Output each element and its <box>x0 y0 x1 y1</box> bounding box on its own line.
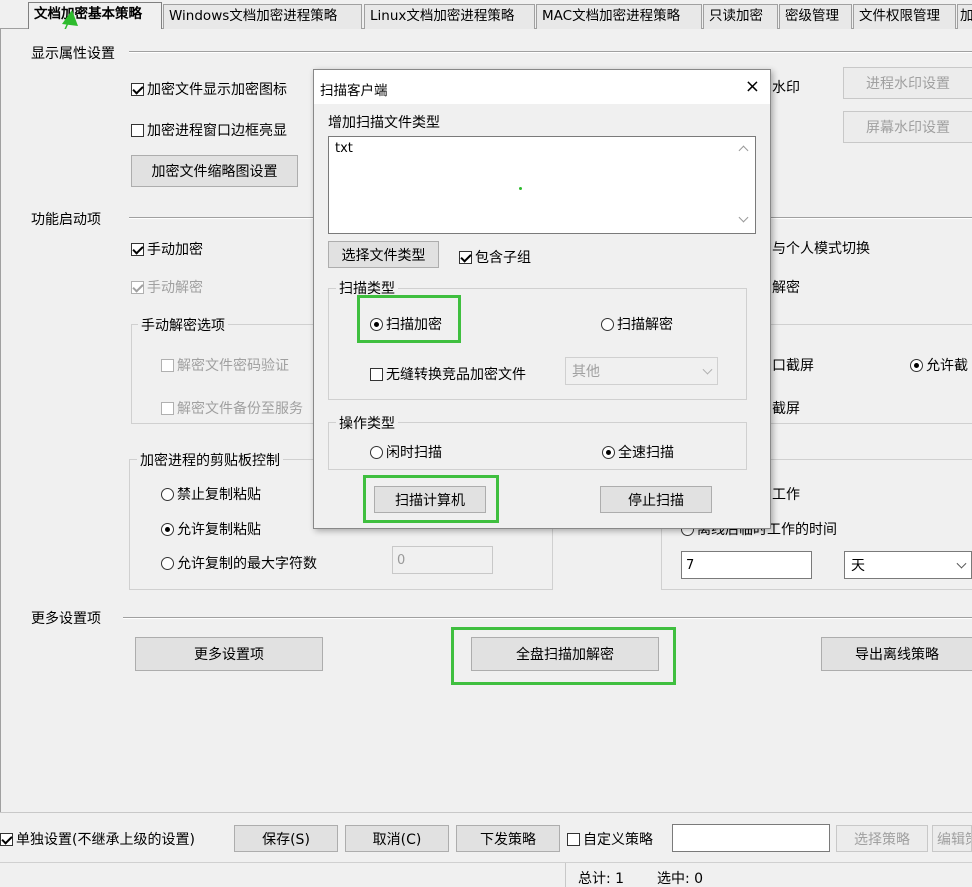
include-subgroup-checkbox[interactable]: 包含子组 <box>459 247 531 267</box>
dialog-title: 扫描客户端 <box>320 83 388 99</box>
process-watermark-button[interactable]: 进程水印设置 <box>843 67 972 99</box>
scan-decrypt-radio[interactable]: 扫描解密 <box>601 314 673 334</box>
watermark-label: 水印 <box>772 80 800 96</box>
choose-policy-button[interactable]: 选择策略 <box>836 825 928 852</box>
scroll-up-icon[interactable] <box>738 145 749 156</box>
more-settings-button[interactable]: 更多设置项 <box>135 637 323 671</box>
decrypt-backup-checkbox[interactable]: 解密文件备份至服务 <box>161 398 303 418</box>
add-scan-type-label: 增加扫描文件类型 <box>328 115 440 131</box>
tab-bar: 文档加密基本策略 Windows文档加密进程策略 Linux文档加密进程策略 M… <box>0 0 972 30</box>
checkbox-checked-icon <box>131 82 144 96</box>
thumbnail-settings-button[interactable]: 加密文件缩略图设置 <box>131 155 298 187</box>
status-bar: 总计: 1 选中: 0 <box>0 862 972 887</box>
clipboard-control-title: 加密进程的剪贴板控制 <box>137 450 283 470</box>
radio-checked-icon <box>602 445 615 459</box>
bottom-action-bar: 单独设置(不继承上级的设置) 保存(S) 取消(C) 下发策略 自定义策略 选择… <box>0 812 972 862</box>
decrypt-right-label: 解密 <box>772 280 800 296</box>
offline-work-label: 工作 <box>772 487 800 503</box>
tab-file-permission[interactable]: 文件权限管理 <box>853 4 956 29</box>
offline-time-input[interactable]: 7 <box>681 551 812 579</box>
more-divider <box>123 617 972 619</box>
func-section-title: 功能启动项 <box>31 209 105 229</box>
offline-unit-select[interactable]: 天 <box>844 551 972 579</box>
close-icon[interactable]: × <box>745 76 760 97</box>
scan-file-types-textarea[interactable]: txt <box>328 136 756 234</box>
checkbox-icon <box>161 401 174 415</box>
choose-file-type-button[interactable]: 选择文件类型 <box>328 241 439 268</box>
seamless-convert-checkbox[interactable]: 无缝转换竞品加密文件 <box>370 364 526 384</box>
scroll-down-icon[interactable] <box>738 212 749 223</box>
allow-copy-paste-radio[interactable]: 允许复制粘贴 <box>161 519 261 539</box>
dialog-title-bar: 扫描客户端 × <box>314 70 770 104</box>
cancel-button[interactable]: 取消(C) <box>345 825 449 852</box>
radio-icon <box>370 445 383 459</box>
manual-decrypt-checkbox[interactable]: 手动解密 <box>131 277 203 297</box>
display-divider <box>129 51 972 53</box>
tab-windows-process[interactable]: Windows文档加密进程策略 <box>163 4 362 29</box>
checkbox-icon <box>131 123 144 137</box>
checkbox-icon <box>161 358 174 372</box>
display-section-title: 显示属性设置 <box>31 43 119 63</box>
show-encrypt-icon-checkbox[interactable]: 加密文件显示加密图标 <box>131 79 287 99</box>
more-section-title: 更多设置项 <box>31 608 105 628</box>
competitor-product-select[interactable]: 其他 <box>565 357 718 385</box>
standalone-setting-checkbox[interactable]: 单独设置(不继承上级的设置) <box>0 829 195 849</box>
checkbox-icon <box>370 367 383 381</box>
operation-type-title: 操作类型 <box>336 413 398 433</box>
allow-screenshot-radio[interactable]: 允许截 <box>910 355 968 375</box>
checkbox-checked-icon <box>0 832 13 846</box>
forbid-copy-paste-radio[interactable]: 禁止复制粘贴 <box>161 484 261 504</box>
max-chars-radio[interactable]: 允许复制的最大字符数 <box>161 553 317 573</box>
screen-watermark-button[interactable]: 屏幕水印设置 <box>843 111 972 143</box>
status-selected: 选中: 0 <box>657 871 704 887</box>
border-highlight-checkbox[interactable]: 加密进程窗口边框亮显 <box>131 120 287 140</box>
personal-mode-label: 与个人模式切换 <box>772 241 870 257</box>
status-total: 总计: 1 <box>578 871 625 887</box>
radio-checked-icon <box>161 522 174 536</box>
radio-icon <box>161 487 174 501</box>
scan-encrypt-highlight <box>357 295 461 343</box>
decrypt-password-verify-checkbox[interactable]: 解密文件密码验证 <box>161 355 289 375</box>
tab-more[interactable]: 加 <box>957 4 972 29</box>
checkbox-checked-icon <box>459 250 472 264</box>
screenshot-label-2: 截屏 <box>772 401 800 417</box>
manual-decrypt-options-title: 手动解密选项 <box>138 315 228 335</box>
radio-checked-icon <box>910 358 923 372</box>
full-speed-scan-radio[interactable]: 全速扫描 <box>602 442 674 462</box>
custom-policy-checkbox[interactable]: 自定义策略 <box>567 829 653 849</box>
screenshot-label: 口截屏 <box>772 358 814 374</box>
radio-icon <box>601 317 614 331</box>
checkbox-icon <box>567 832 580 846</box>
chevron-down-icon <box>702 364 713 375</box>
max-chars-input[interactable]: 0 <box>392 546 493 574</box>
issue-policy-button[interactable]: 下发策略 <box>456 825 560 852</box>
chevron-down-icon <box>956 558 967 569</box>
edit-policy-button[interactable]: 编辑策 <box>932 825 972 852</box>
cursor-dot-icon <box>519 187 522 190</box>
save-button[interactable]: 保存(S) <box>234 825 338 852</box>
full-scan-highlight <box>451 627 676 685</box>
tab-mac-process[interactable]: MAC文档加密进程策略 <box>536 4 702 29</box>
idle-scan-radio[interactable]: 闲时扫描 <box>370 442 442 462</box>
checkbox-checked-icon <box>131 280 144 294</box>
status-separator <box>565 863 566 887</box>
radio-icon <box>161 556 174 570</box>
manual-encrypt-checkbox[interactable]: 手动加密 <box>131 239 203 259</box>
stop-scan-button[interactable]: 停止扫描 <box>600 486 712 513</box>
scan-computer-highlight <box>363 475 499 523</box>
tab-linux-process[interactable]: Linux文档加密进程策略 <box>364 4 535 29</box>
checkbox-checked-icon <box>131 242 144 256</box>
tab-readonly-encrypt[interactable]: 只读加密 <box>703 4 778 29</box>
export-offline-policy-button[interactable]: 导出离线策略 <box>821 637 972 671</box>
custom-policy-input[interactable] <box>672 824 830 852</box>
tab-secret-level[interactable]: 密级管理 <box>779 4 852 29</box>
